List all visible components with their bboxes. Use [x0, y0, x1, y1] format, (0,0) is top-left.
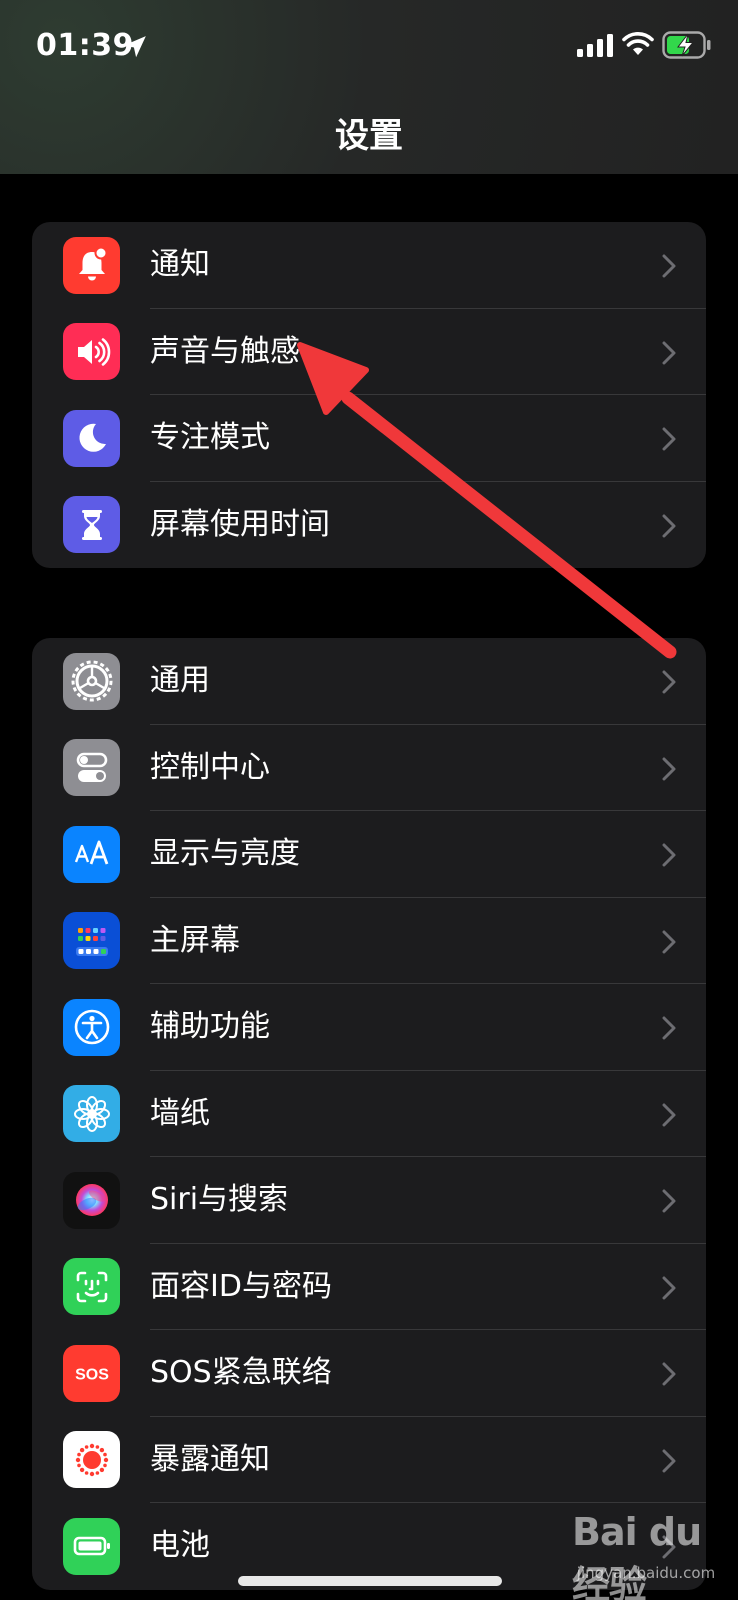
row-label: 辅助功能 — [150, 1009, 270, 1044]
chevron-right-icon — [662, 341, 676, 364]
row-label: 墙纸 — [150, 1095, 210, 1131]
settings-row-wallpaper[interactable]: 墙纸 — [32, 1071, 706, 1157]
settings-row-sounds-haptics[interactable]: 声音与触感 — [32, 309, 706, 395]
chevron-right-icon — [662, 1362, 676, 1386]
row-label: 面容ID与密码 — [150, 1268, 332, 1304]
status-bar: 01:39 — [0, 0, 738, 90]
exposure-icon — [63, 1431, 120, 1488]
chevron-right-icon — [662, 1016, 676, 1040]
chevron-right-icon — [662, 427, 676, 451]
wifi-icon — [622, 32, 654, 55]
hourglass-icon — [63, 496, 120, 553]
bell-icon — [63, 236, 120, 294]
flower-icon — [63, 1085, 120, 1142]
navigation-header: 01:39 设置 — [0, 0, 738, 174]
settings-row-exposure-notifications[interactable]: 暴露通知 — [32, 1417, 706, 1503]
settings-row-notifications[interactable]: 通知 — [32, 222, 706, 309]
chevron-right-icon — [662, 1449, 676, 1472]
chevron-right-icon — [662, 930, 676, 953]
svg-text:SOS: SOS — [75, 1367, 109, 1384]
settings-row-siri-search[interactable]: Siri与搜索 — [32, 1157, 706, 1244]
status-time: 01:39 — [36, 28, 134, 63]
chevron-right-icon — [662, 670, 676, 694]
row-label: 主屏幕 — [150, 922, 240, 958]
gear-icon — [63, 652, 120, 710]
settings-row-emergency-sos[interactable]: SOS SOS紧急联络 — [32, 1330, 706, 1417]
chevron-right-icon — [662, 1189, 676, 1213]
text-size-icon — [63, 825, 120, 883]
sos-icon: SOS — [63, 1344, 120, 1402]
speaker-icon — [63, 323, 120, 380]
settings-row-focus[interactable]: 专注模式 — [32, 395, 706, 482]
settings-row-accessibility[interactable]: 辅助功能 — [32, 984, 706, 1071]
battery-icon — [63, 1517, 120, 1575]
accessibility-icon — [63, 998, 120, 1056]
row-label: 显示与亮度 — [150, 836, 300, 871]
watermark-logo: Bai du 经验 jingyan.baidu.com — [566, 1500, 726, 1600]
row-label: 屏幕使用时间 — [150, 506, 330, 542]
settings-row-display-brightness[interactable]: 显示与亮度 — [32, 811, 706, 898]
row-label: 声音与触感 — [150, 333, 300, 369]
moon-icon — [63, 409, 120, 467]
row-label: 暴露通知 — [150, 1441, 270, 1477]
row-label: 电池 — [150, 1528, 210, 1563]
siri-icon — [63, 1171, 120, 1229]
settings-row-general[interactable]: 通用 — [32, 638, 706, 725]
face-id-icon — [63, 1258, 120, 1315]
watermark-text: Bai du 经验 — [572, 1510, 702, 1600]
settings-row-screen-time[interactable]: 屏幕使用时间 — [32, 482, 706, 569]
home-grid-icon — [63, 912, 120, 969]
row-label: 专注模式 — [150, 420, 270, 455]
chevron-right-icon — [662, 254, 676, 278]
page-title: 设置 — [335, 116, 403, 156]
toggles-icon — [63, 739, 120, 796]
settings-row-control-center[interactable]: 控制中心 — [32, 725, 706, 811]
watermark-url: jingyan.baidu.com — [576, 1564, 716, 1582]
chevron-right-icon — [662, 1276, 676, 1299]
settings-group-2: 通用 控制中心 显示与亮度 主屏幕 辅助功能 墙纸 Siri与搜索 面容ID与密… — [32, 638, 706, 1590]
home-indicator[interactable] — [238, 1576, 502, 1586]
battery-charging-icon — [662, 31, 711, 59]
row-label: SOS紧急联络 — [150, 1355, 332, 1390]
settings-group-1: 通知 声音与触感 专注模式 屏幕使用时间 — [32, 222, 706, 568]
row-label: 通用 — [150, 663, 210, 698]
chevron-right-icon — [662, 1103, 676, 1126]
cellular-signal-icon — [577, 34, 613, 57]
settings-row-home-screen[interactable]: 主屏幕 — [32, 898, 706, 984]
location-arrow-icon — [124, 36, 146, 58]
row-label: Siri与搜索 — [150, 1182, 289, 1217]
chevron-right-icon — [662, 757, 676, 780]
settings-row-face-id-passcode[interactable]: 面容ID与密码 — [32, 1244, 706, 1330]
chevron-right-icon — [662, 514, 676, 537]
row-label: 通知 — [150, 247, 210, 282]
row-label: 控制中心 — [150, 749, 270, 785]
chevron-right-icon — [662, 843, 676, 867]
